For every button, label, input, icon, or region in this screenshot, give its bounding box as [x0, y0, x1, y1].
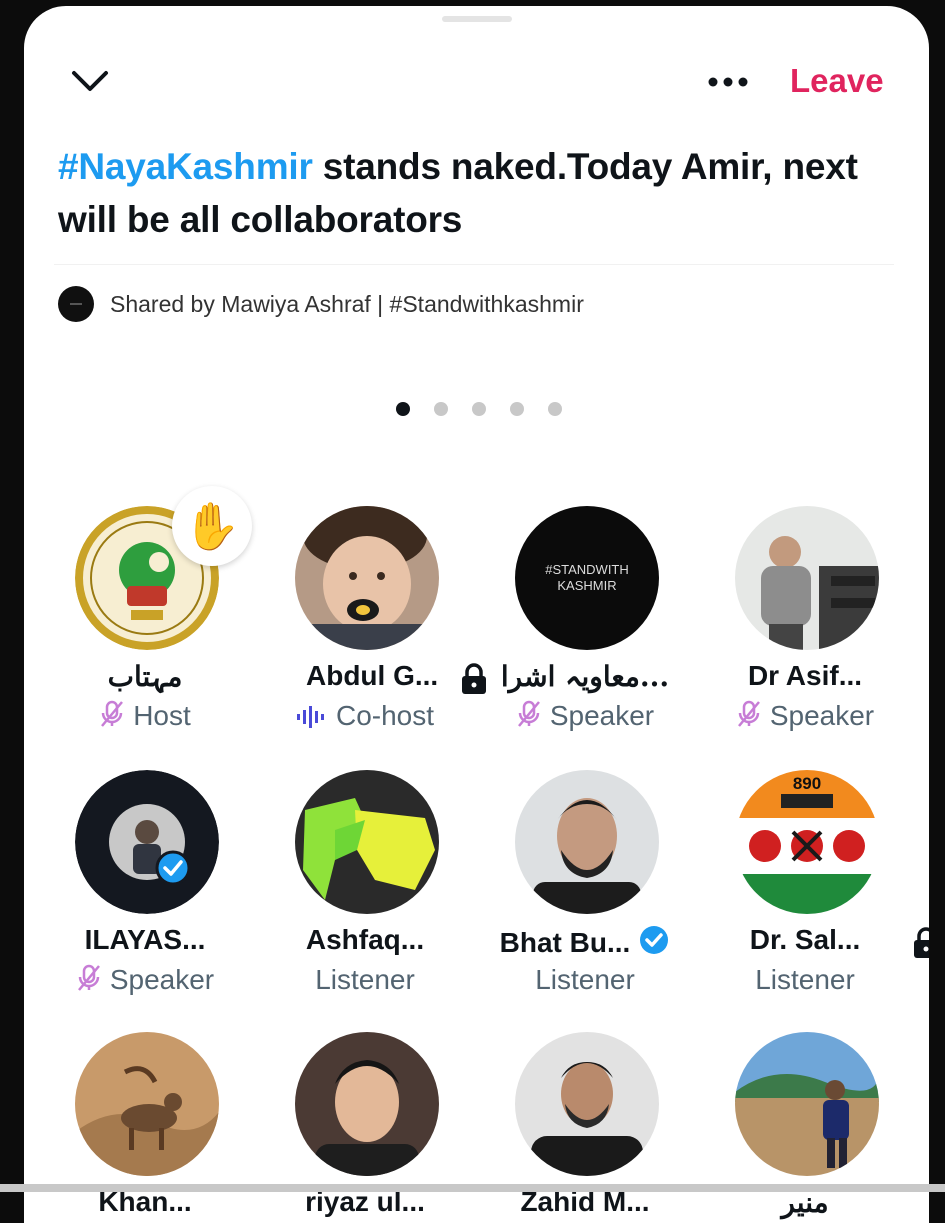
page-dot[interactable] — [510, 402, 524, 416]
collapse-button[interactable] — [68, 62, 112, 102]
participant-tile[interactable]: #STANDWITH KASHMIR معاویہ اشرا... Speake… — [480, 506, 690, 746]
participant-name-text: Bhat Bu... — [499, 927, 631, 958]
participant-tile[interactable]: riyaz ul... — [260, 1032, 470, 1223]
participant-role: Co-host — [260, 700, 470, 732]
page-dot[interactable] — [472, 402, 486, 416]
participant-tile[interactable]: Abdul G... Co-host — [260, 506, 486, 746]
mic-off-icon — [517, 700, 540, 727]
avatar-text: #STANDWITH KASHMIR — [545, 562, 629, 593]
page-dot[interactable] — [396, 402, 410, 416]
participant-name: Bhat Bu... — [480, 924, 690, 959]
space-sheet: Leave #NayaKashmir stands naked.Today Am… — [24, 6, 929, 1223]
avatar — [295, 770, 439, 914]
participant-tile[interactable]: Khan... — [40, 1032, 250, 1223]
participant-name-text: Abdul G... — [306, 660, 439, 691]
participant-tile[interactable]: ✋ مہتاب Host — [40, 486, 252, 746]
participant-role: Host — [40, 700, 250, 732]
shared-by-text: Shared by Mawiya Ashraf | #Standwithkash… — [110, 290, 584, 317]
title-hashtag-link[interactable]: #NayaKashmir — [58, 146, 313, 187]
participant-role: Listener — [755, 964, 855, 995]
avatar — [75, 1032, 219, 1176]
more-options-button[interactable] — [704, 62, 752, 102]
lock-icon — [914, 927, 929, 958]
verified-icon — [640, 926, 669, 954]
page-dot[interactable] — [548, 402, 562, 416]
role-label: Speaker — [109, 964, 215, 995]
participant-tile[interactable]: منیر — [700, 1032, 910, 1223]
avatar — [735, 506, 879, 650]
mic-off-icon — [77, 964, 100, 991]
home-indicator-bar — [0, 1184, 945, 1192]
avatar-badge-number: 890 — [792, 774, 822, 793]
mic-off-icon — [101, 700, 124, 727]
participant-role: Speaker — [40, 964, 250, 996]
mic-off-icon — [737, 700, 760, 727]
avatar — [515, 770, 659, 914]
more-horizontal-icon — [708, 77, 748, 87]
participant-name: Ashfaq... — [305, 924, 425, 955]
avatar — [515, 1032, 659, 1176]
participant-tile[interactable]: Ashfaq... Listener — [260, 770, 470, 1010]
shared-by-row[interactable]: Shared by Mawiya Ashraf | #Standwithkash… — [58, 286, 584, 322]
avatar — [295, 1032, 439, 1176]
participant-name: Dr. Sal... — [749, 924, 861, 955]
avatar: #STANDWITH KASHMIR — [515, 506, 659, 650]
raised-hand-icon: ✋ — [172, 486, 252, 566]
participant-tile[interactable]: Dr Asif... Speaker — [700, 506, 910, 746]
participant-role: Speaker — [700, 700, 910, 732]
sharer-avatar — [58, 286, 94, 322]
avatar — [75, 770, 219, 914]
page-dot[interactable] — [434, 402, 448, 416]
participant-role: Speaker — [480, 700, 690, 732]
participant-tile[interactable]: 890 Dr. Sal... Listener — [700, 770, 929, 1010]
participant-name: مہتاب — [107, 660, 183, 693]
participant-name: Abdul G... — [306, 660, 456, 692]
chevron-down-icon — [72, 71, 108, 91]
participant-name: معاویہ اشرا... — [500, 660, 670, 693]
avatar — [735, 1032, 879, 1176]
participant-tile[interactable]: ILAYAS... Speaker — [40, 770, 250, 1010]
avatar — [295, 506, 439, 650]
role-label: Host — [133, 700, 191, 731]
role-label: Co-host — [335, 700, 435, 731]
page-indicator[interactable] — [396, 402, 586, 416]
role-label: Speaker — [549, 700, 655, 731]
avatar: 890 — [735, 770, 879, 914]
participant-name: ILAYAS... — [84, 924, 206, 955]
audio-wave-icon — [296, 706, 324, 728]
role-label: Speaker — [769, 700, 875, 731]
sheet-grabber[interactable] — [442, 16, 512, 22]
participant-role: Listener — [535, 964, 635, 995]
divider — [54, 264, 894, 265]
space-title: #NayaKashmir stands naked.Today Amir, ne… — [58, 140, 903, 246]
participant-role: Listener — [315, 964, 415, 995]
leave-button[interactable]: Leave — [790, 62, 884, 100]
participant-name: Dr Asif... — [747, 660, 863, 691]
participant-tile[interactable]: Zahid M... — [480, 1032, 690, 1223]
participant-tile[interactable]: Bhat Bu... Listener — [480, 770, 690, 1010]
